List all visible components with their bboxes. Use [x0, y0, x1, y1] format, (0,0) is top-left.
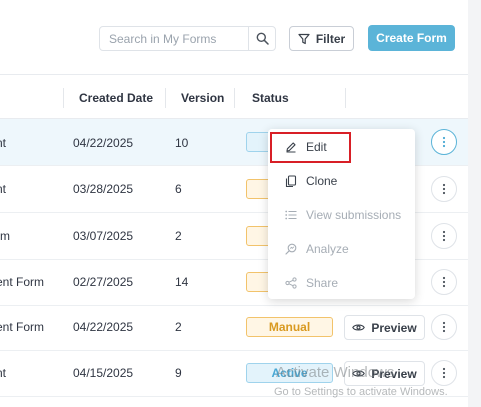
- table-top-border: [0, 74, 468, 75]
- activation-watermark-title: Activate Windows: [276, 364, 395, 381]
- row-actions-button[interactable]: [431, 314, 457, 340]
- eye-icon: [352, 324, 366, 331]
- filter-label: Filter: [315, 31, 346, 46]
- share-icon: [284, 276, 298, 290]
- menu-item-label: Share: [306, 276, 339, 290]
- created-date: 03/28/2025: [73, 182, 134, 196]
- more-vertical-icon: [442, 136, 446, 148]
- row-actions-button[interactable]: [431, 176, 457, 202]
- more-vertical-icon: [442, 321, 446, 333]
- version: 6: [175, 182, 182, 196]
- header-separator: [345, 88, 346, 108]
- column-header-status[interactable]: Status: [252, 91, 289, 105]
- search-button[interactable]: [249, 27, 276, 50]
- created-date: 02/27/2025: [73, 275, 134, 289]
- menu-item-clone[interactable]: Clone: [268, 166, 415, 196]
- menu-item-label: Analyze: [306, 242, 349, 256]
- form-name: rm: [0, 229, 10, 243]
- forms-page: Filter Create Form Created Date Version …: [0, 0, 468, 407]
- version: 9: [175, 366, 182, 380]
- version: 14: [175, 275, 189, 289]
- menu-item-label: View submissions: [306, 208, 402, 222]
- created-date: 03/07/2025: [73, 229, 134, 243]
- table-row[interactable]: ent Form 04/22/2025 2 Manual Preview: [0, 304, 468, 351]
- status-badge: Manual: [246, 317, 333, 337]
- activation-watermark-subtitle: Go to Settings to activate Windows.: [274, 386, 448, 398]
- search-box: [99, 26, 276, 51]
- search-input[interactable]: [100, 27, 257, 50]
- page-gutter: [468, 0, 481, 407]
- form-name: nt: [0, 182, 7, 196]
- analyze-icon: [284, 242, 298, 256]
- column-header-created-date[interactable]: Created Date: [79, 91, 153, 105]
- row-actions-button[interactable]: [431, 129, 457, 155]
- preview-label: Preview: [371, 320, 417, 335]
- form-name: ent Form: [0, 320, 45, 334]
- header-separator: [165, 88, 166, 108]
- preview-button[interactable]: Preview: [344, 315, 425, 340]
- created-date: 04/15/2025: [73, 366, 134, 380]
- form-name: nt: [0, 136, 7, 150]
- copy-icon: [284, 174, 298, 188]
- more-vertical-icon: [442, 183, 446, 195]
- more-vertical-icon: [442, 276, 446, 288]
- row-actions-button[interactable]: [431, 360, 457, 386]
- row-actions-button[interactable]: [431, 223, 457, 249]
- created-date: 04/22/2025: [73, 136, 134, 150]
- version: 2: [175, 320, 182, 334]
- header-separator: [63, 88, 64, 108]
- menu-item-share[interactable]: Share: [268, 268, 415, 298]
- filter-button[interactable]: Filter: [289, 26, 354, 51]
- created-date: 04/22/2025: [73, 320, 134, 334]
- header-separator: [234, 88, 235, 108]
- version: 2: [175, 229, 182, 243]
- menu-item-view-submissions[interactable]: View submissions: [268, 200, 415, 230]
- column-header-version[interactable]: Version: [181, 91, 224, 105]
- version: 10: [175, 136, 189, 150]
- row-actions-button[interactable]: [431, 269, 457, 295]
- more-vertical-icon: [442, 230, 446, 242]
- create-form-label: Create Form: [376, 31, 447, 45]
- create-form-button[interactable]: Create Form: [368, 25, 455, 51]
- form-name: ent Form: [0, 275, 45, 289]
- list-icon: [284, 208, 298, 222]
- menu-item-label: Clone: [306, 174, 338, 188]
- more-vertical-icon: [442, 367, 446, 379]
- form-name: nt: [0, 366, 7, 380]
- search-icon: [256, 32, 269, 45]
- menu-item-analyze[interactable]: Analyze: [268, 234, 415, 264]
- filter-icon: [298, 33, 310, 44]
- edit-highlight-box: [270, 132, 351, 163]
